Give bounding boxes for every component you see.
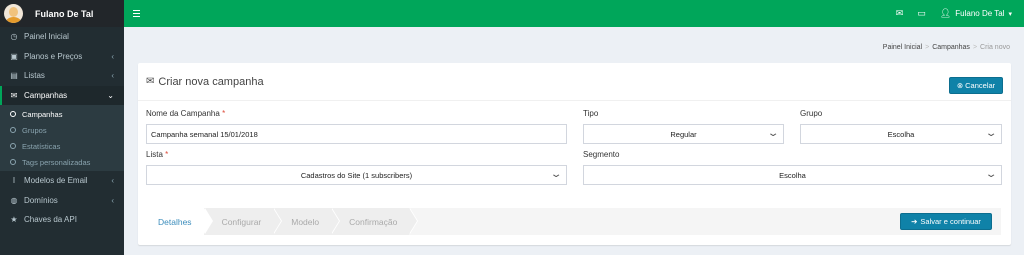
sidebar: Fulano De Tal ◷ Painel Inicial ▣ Planos …	[0, 0, 124, 255]
sidebar-item-planos[interactable]: ▣ Planos e Preços ‹	[0, 47, 124, 67]
chevron-down-icon: ⌄	[766, 128, 780, 139]
top-navbar: ✉ ▭ 👤︎ Fulano De Tal ▾	[124, 0, 1024, 27]
grupo-group: Grupo Escolha ⌄	[800, 109, 1002, 144]
tipo-label: Tipo	[583, 109, 599, 118]
circle-icon	[10, 111, 16, 117]
submenu-item-tags[interactable]: Tags personalizadas	[0, 154, 124, 170]
submenu-label: Grupos	[22, 125, 47, 135]
grupo-value: Escolha	[887, 129, 915, 139]
wizard-step-detalhes[interactable]: Detalhes	[148, 208, 213, 235]
sidebar-menu: ◷ Painel Inicial ▣ Planos e Preços ‹ ▤ L…	[0, 27, 124, 230]
submenu-item-campanhas[interactable]: Campanhas	[0, 106, 124, 122]
id-card-icon[interactable]: ▭	[917, 8, 926, 19]
chevron-down-icon: ⌄	[107, 90, 114, 100]
submenu-item-estatisticas[interactable]: Estatísticas	[0, 138, 124, 154]
times-circle-icon: ⊗	[956, 81, 964, 90]
sidebar-user-name: Fulano De Tal	[35, 8, 94, 19]
envelope-icon: ✉	[146, 76, 155, 87]
chevron-down-icon: ⌄	[984, 128, 998, 139]
campaign-name-label: Nome da Campanha *	[146, 109, 226, 118]
user-menu[interactable]: 👤︎ Fulano De Tal ▾	[940, 8, 1012, 19]
grupo-select[interactable]: Escolha ⌄	[800, 124, 1002, 144]
avatar	[4, 4, 23, 23]
segmento-group: Segmento Escolha ⌄	[583, 150, 1002, 185]
user-panel[interactable]: Fulano De Tal	[0, 0, 124, 27]
chevron-left-icon: ‹	[111, 195, 114, 205]
tipo-select[interactable]: Regular ⌄	[583, 124, 784, 144]
cubes-icon: ▣	[10, 51, 18, 61]
chevron-left-icon: ‹	[111, 176, 114, 186]
circle-icon	[10, 159, 16, 165]
sidebar-item-api[interactable]: ★ Chaves da API	[0, 210, 124, 230]
breadcrumb: Painel Inicial > Campanhas > Cria novo	[882, 44, 1010, 51]
sidebar-item-label: Campanhas	[24, 90, 68, 100]
lista-select[interactable]: Cadastros do Site (1 subscribers) ⌄	[146, 165, 567, 185]
cancel-button-label: Cancelar	[965, 81, 996, 90]
sidebar-item-dominios[interactable]: ◍ Domínios ‹	[0, 191, 124, 211]
circle-icon	[10, 127, 16, 133]
sidebar-item-campanhas[interactable]: ✉ Campanhas ⌄	[0, 85, 124, 105]
submenu-label: Tags personalizadas	[22, 157, 91, 167]
segmento-label: Segmento	[583, 150, 620, 159]
chevron-left-icon: ‹	[111, 71, 114, 81]
chevron-down-icon: ⌄	[549, 169, 563, 180]
breadcrumb-home[interactable]: Painel Inicial	[883, 44, 922, 51]
cancel-button[interactable]: ⊗ Cancelar	[949, 77, 1003, 94]
circle-icon	[10, 143, 16, 149]
save-button-label: Salvar e continuar	[920, 217, 981, 226]
sidebar-item-label: Modelos de Email	[24, 176, 88, 186]
campanhas-submenu: Campanhas Grupos Estatísticas Tags perso…	[0, 105, 124, 171]
breadcrumb-section[interactable]: Campanhas	[932, 44, 970, 51]
segmento-value: Escolha	[779, 170, 806, 180]
envelope-icon[interactable]: ✉	[896, 8, 904, 19]
sidebar-item-listas[interactable]: ▤ Listas ‹	[0, 66, 124, 86]
tipo-value: Regular	[670, 129, 697, 139]
breadcrumb-current: Cria novo	[980, 44, 1010, 51]
campaign-form-box: ✉ Criar nova campanha ⊗ Cancelar Nome da …	[138, 63, 1011, 245]
wizard-step-configurar[interactable]: Configurar	[203, 208, 282, 235]
text-cursor-icon: I	[12, 176, 16, 186]
sidebar-item-label: Listas	[24, 71, 45, 81]
list-table-icon: ▤	[10, 71, 18, 81]
lista-value: Cadastros do Site (1 subscribers)	[300, 170, 413, 180]
sidebar-item-modelos[interactable]: I Modelos de Email ‹	[0, 171, 124, 191]
chevron-down-icon: ⌄	[984, 169, 998, 180]
page-title: Criar nova campanha	[158, 75, 264, 88]
lista-label: Lista *	[146, 150, 169, 159]
sidebar-item-label: Planos e Preços	[24, 51, 83, 61]
sidebar-item-label: Painel Inicial	[24, 32, 69, 42]
wizard-step-confirmacao[interactable]: Confirmação	[331, 208, 419, 235]
dashboard-icon: ◷	[10, 32, 18, 42]
save-continue-button[interactable]: ➔ Salvar e continuar	[900, 213, 992, 230]
caret-down-icon: ▾	[1008, 10, 1012, 18]
wizard-steps: Detalhes Configurar Modelo Confirmação ➔…	[148, 208, 1001, 235]
campaign-name-group: Nome da Campanha * Campanha semanal 15/0…	[146, 109, 567, 144]
submenu-label: Campanhas	[22, 109, 63, 119]
submenu-label: Estatísticas	[22, 141, 61, 151]
sidebar-toggle-icon[interactable]	[133, 10, 140, 17]
submenu-item-grupos[interactable]: Grupos	[0, 122, 124, 138]
tipo-group: Tipo Regular ⌄	[583, 109, 784, 144]
arrow-circle-right-icon: ➔	[911, 217, 918, 226]
user-icon: 👤︎	[939, 8, 952, 18]
segmento-select[interactable]: Escolha ⌄	[583, 165, 1002, 185]
lista-group: Lista * Cadastros do Site (1 subscribers…	[146, 150, 567, 185]
chevron-left-icon: ‹	[111, 51, 114, 61]
user-menu-name: Fulano De Tal	[955, 9, 1005, 18]
star-icon: ★	[10, 215, 18, 225]
sidebar-item-label: Domínios	[24, 195, 58, 205]
grupo-label: Grupo	[800, 109, 823, 118]
sidebar-item-painel-inicial[interactable]: ◷ Painel Inicial	[0, 27, 124, 47]
globe-icon: ◍	[10, 195, 18, 205]
sidebar-item-label: Chaves da API	[24, 215, 77, 225]
envelope-icon: ✉	[10, 90, 18, 100]
box-header: ✉ Criar nova campanha ⊗ Cancelar	[138, 63, 1011, 101]
campaign-name-input[interactable]: Campanha semanal 15/01/2018	[146, 124, 567, 144]
